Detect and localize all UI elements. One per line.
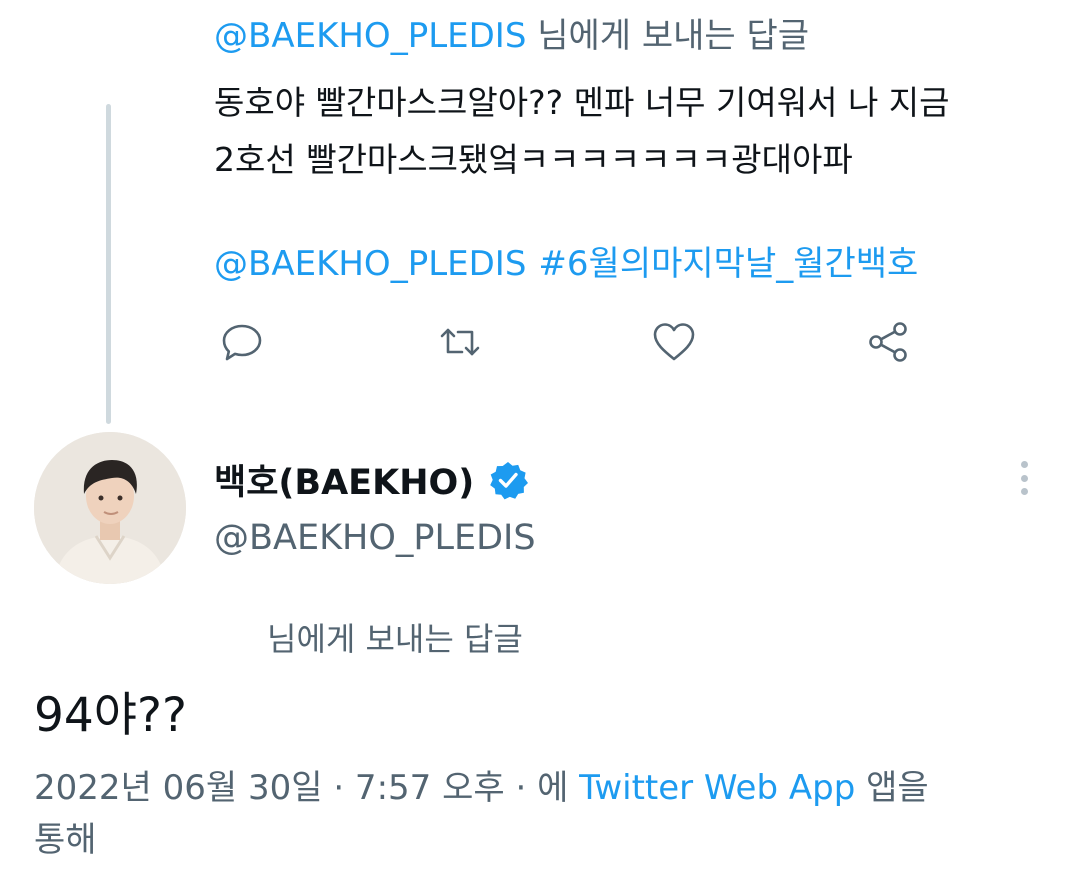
source-app-link[interactable]: Twitter Web App <box>579 768 855 808</box>
source-via: 통해 <box>34 820 97 860</box>
thread-connector-line <box>106 104 111 424</box>
verified-badge-icon <box>490 461 529 499</box>
parent-reply-context: @BAEKHO_PLEDIS 님에게 보내는 답글 <box>214 8 809 57</box>
tweet-timestamp[interactable]: 2022년 06월 30일 · 7:57 오후 · 에 <box>34 768 579 808</box>
retweet-icon <box>440 328 480 356</box>
speech-bubble-icon <box>222 324 262 361</box>
parent-tweet-links: @BAEKHO_PLEDIS #6월의마지막날_월간백호 <box>214 236 918 285</box>
tweet-action-bar <box>214 314 934 374</box>
parent-tweet-text-line: 2호선 빨간마스크됐엌ㅋㅋㅋㅋㅋㅋㅋ광대아파 <box>214 140 853 179</box>
like-button[interactable] <box>646 314 702 370</box>
share-button[interactable] <box>860 314 916 370</box>
tweet-metadata: 2022년 06월 30일 · 7:57 오후 · 에 Twitter Web … <box>34 762 1054 866</box>
reply-to-label: 님에게 보내는 답글 <box>526 16 810 56</box>
share-icon <box>869 322 907 362</box>
main-reply-context: 님에게 보내는 답글 <box>267 620 523 658</box>
reply-button[interactable] <box>214 314 270 370</box>
author-display-name: 백호(BAEKHO) <box>214 463 475 503</box>
author-avatar[interactable] <box>34 432 186 584</box>
more-options-button[interactable] <box>1004 458 1044 498</box>
author-name[interactable]: 백호(BAEKHO) <box>214 454 529 505</box>
tweet-detail-page: @BAEKHO_PLEDIS 님에게 보내는 답글 동호야 빨간마스크알아?? … <box>0 0 1080 892</box>
retweet-button[interactable] <box>432 314 488 370</box>
heart-icon <box>653 323 695 361</box>
mention-link[interactable]: @BAEKHO_PLEDIS <box>214 244 526 284</box>
parent-tweet-text-line: 동호야 빨간마스크알아?? 멘파 너무 기여워서 나 지금 <box>214 83 950 122</box>
parent-tweet-text: 동호야 빨간마스크알아?? 멘파 너무 기여워서 나 지금 2호선 빨간마스크됐… <box>214 74 950 188</box>
source-suffix: 앱을 <box>855 768 929 808</box>
main-tweet-text: 94야?? <box>34 688 187 743</box>
more-dot-icon <box>1020 474 1028 482</box>
reply-to-mention-link[interactable]: @BAEKHO_PLEDIS <box>214 16 526 56</box>
more-dot-icon <box>1020 488 1028 495</box>
hashtag-link[interactable]: #6월의마지막날_월간백호 <box>538 244 918 284</box>
author-avatar-image <box>34 432 186 584</box>
author-handle[interactable]: @BAEKHO_PLEDIS <box>214 518 536 558</box>
more-dot-icon <box>1020 461 1028 468</box>
